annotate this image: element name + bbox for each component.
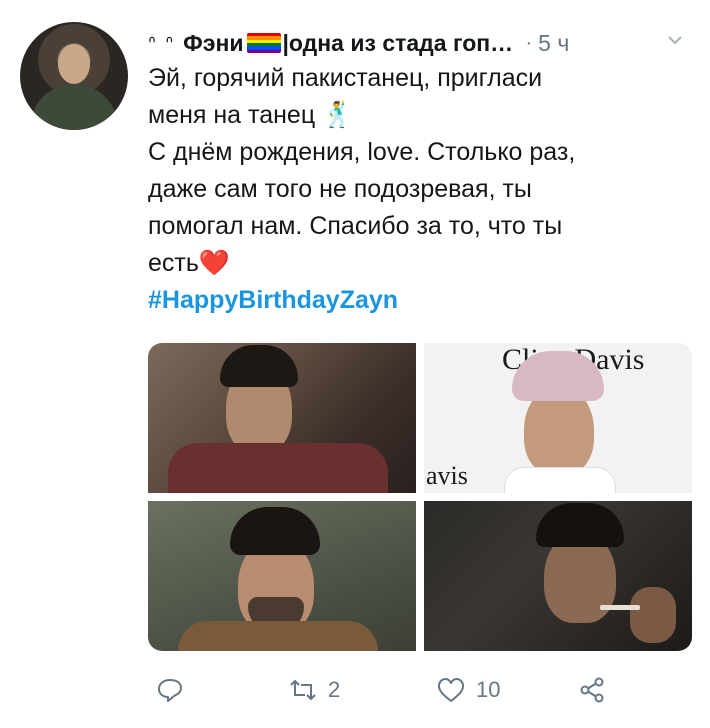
chevron-down-icon[interactable]: [668, 33, 682, 47]
avatar-shoulders: [30, 84, 118, 130]
tweet-text-line-last: есть❤️: [148, 245, 678, 282]
retweet-button[interactable]: 2: [288, 668, 340, 712]
tweet-text-line: С днём рождения, love. Столько раз,: [148, 138, 576, 166]
photo-1-hair: [220, 345, 298, 387]
photo-1-shirt: [168, 443, 388, 493]
tweet-timestamp[interactable]: 5 ч: [538, 30, 569, 57]
tweet-text-line: помогал нам. Спасибо за то, что ты: [148, 212, 563, 240]
tweet-text-line: Эй, горячий пакистанец, пригласи: [148, 64, 543, 92]
heart-emoji-icon: ❤️: [198, 249, 231, 277]
tweet-text-word: есть: [148, 249, 199, 277]
tweet-header: ᐢ ᐢ Фэни |одна из стада гоп… · 5 ч: [148, 28, 693, 58]
tweet-text-line: меня на танец 🕺: [148, 101, 354, 129]
photo-4-hand: [630, 587, 676, 643]
media-grid: Clive Davis avis: [148, 343, 692, 651]
photo-3-hair: [230, 507, 320, 555]
photo-2-shirt: [504, 467, 616, 493]
like-button[interactable]: 10: [436, 668, 500, 712]
photo-3[interactable]: [148, 501, 416, 651]
retweet-icon: [290, 679, 316, 701]
like-icon: [438, 678, 464, 702]
reply-button[interactable]: [156, 668, 194, 712]
like-count: 10: [476, 677, 501, 702]
photo-4[interactable]: [424, 501, 692, 651]
rainbow-flag-icon: [246, 33, 281, 53]
tweet-text: Эй, горячий пакистанец, пригласи меня на…: [148, 60, 678, 319]
tweet-text-line: даже сам того не подозревая, ты: [148, 175, 532, 203]
author-name-rest[interactable]: |одна из стада гоп…: [283, 30, 518, 57]
retweet-count: 2: [328, 677, 341, 702]
author-name[interactable]: Фэни: [183, 30, 243, 57]
tweet-actions: 2 10: [148, 668, 692, 712]
photo-2[interactable]: Clive Davis avis: [424, 343, 692, 493]
author-decoration: ᐢ ᐢ: [148, 32, 176, 55]
photo-1[interactable]: [148, 343, 416, 493]
photo-3-jacket: [178, 621, 378, 651]
photo-4-hair: [536, 503, 624, 547]
separator-dot: ·: [525, 31, 533, 54]
photo-4-cigarette: [600, 605, 640, 610]
share-icon: [580, 677, 604, 703]
hashtag-link[interactable]: #HappyBirthdayZayn: [148, 282, 678, 319]
photo-2-backdrop-text-bottom: avis: [426, 461, 468, 490]
reply-icon: [158, 679, 182, 702]
avatar-face: [58, 44, 90, 84]
share-button[interactable]: [578, 668, 606, 712]
avatar[interactable]: [20, 22, 128, 130]
